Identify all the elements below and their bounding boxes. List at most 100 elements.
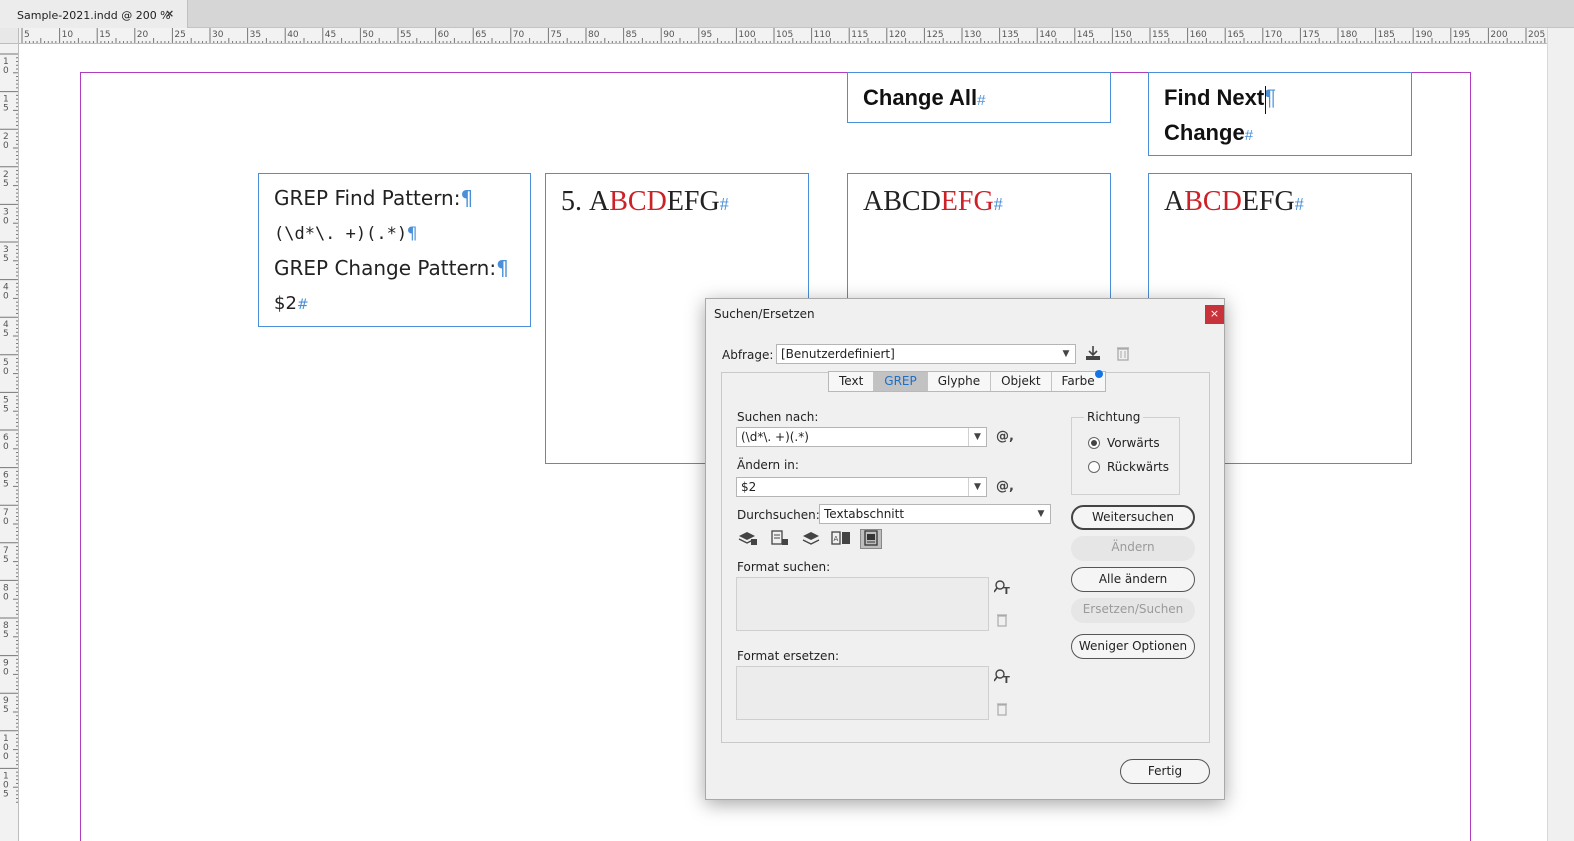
include-master-pages-icon[interactable]: A bbox=[830, 530, 852, 550]
text-frame-change-all[interactable]: Change All# bbox=[847, 72, 1111, 123]
chevron-down-icon[interactable]: ▼ bbox=[968, 478, 986, 496]
ruler-label: 15 bbox=[99, 30, 110, 40]
fewer-options-button[interactable]: Weniger Optionen bbox=[1071, 634, 1195, 659]
ruler-label: 30 bbox=[212, 30, 224, 40]
specify-find-format-icon[interactable]: T bbox=[993, 579, 1012, 599]
ruler-label: 25 bbox=[174, 30, 185, 40]
end-of-story-mark: # bbox=[977, 92, 986, 109]
ruler-label: 90 bbox=[663, 30, 675, 40]
dialog-title: Suchen/Ersetzen bbox=[714, 307, 815, 321]
pilcrow-mark: ¶ bbox=[496, 256, 509, 280]
change-button[interactable]: Ändern bbox=[1071, 536, 1195, 561]
find-format-box[interactable] bbox=[736, 577, 989, 631]
ruler-origin[interactable] bbox=[0, 28, 19, 44]
end-of-story-mark: # bbox=[993, 194, 1003, 214]
find-change-dialog: Suchen/Ersetzen × Abfrage: [Benutzerdefi… bbox=[705, 298, 1225, 800]
svg-text:T: T bbox=[1003, 675, 1010, 684]
change-all-button[interactable]: Alle ändern bbox=[1071, 567, 1195, 592]
vertical-ruler[interactable]: 1015202530354045505560657075808590951001… bbox=[0, 44, 19, 841]
ruler-label: 0 bbox=[3, 141, 9, 151]
specify-change-format-icon[interactable]: T bbox=[993, 668, 1012, 688]
direction-backward-label[interactable]: Rückwärts bbox=[1107, 460, 1169, 474]
change-to-label: Ändern in: bbox=[737, 458, 799, 472]
special-characters-change-icon[interactable]: @, bbox=[996, 479, 1014, 494]
change-all-text: Change All bbox=[863, 85, 978, 110]
done-button[interactable]: Fertig bbox=[1120, 759, 1210, 784]
special-characters-find-icon[interactable]: @, bbox=[996, 429, 1014, 444]
include-locked-layers-icon[interactable] bbox=[737, 530, 759, 550]
ruler-label: 110 bbox=[814, 30, 831, 40]
tab-glyph[interactable]: Glyphe bbox=[928, 372, 992, 391]
change-format-box[interactable] bbox=[736, 666, 989, 720]
text-frame-grep-patterns[interactable]: GREP Find Pattern:¶ (\d*\. +)(.*)¶ GREP … bbox=[258, 173, 531, 327]
query-value: [Benutzerdefiniert] bbox=[781, 347, 895, 361]
vertical-ruler-ticks: 1015202530354045505560657075808590951001… bbox=[0, 53, 18, 803]
search-scope-select[interactable]: Textabschnitt ▼ bbox=[819, 504, 1051, 524]
ruler-label: 120 bbox=[889, 30, 906, 40]
query-select[interactable]: [Benutzerdefiniert] ▼ bbox=[776, 344, 1076, 364]
tab-grep[interactable]: GREP bbox=[874, 372, 928, 391]
end-of-story-mark: # bbox=[1244, 127, 1254, 144]
find-pattern-label: GREP Find Pattern: bbox=[274, 186, 461, 210]
save-query-icon[interactable] bbox=[1084, 345, 1102, 365]
ruler-label: 5 bbox=[24, 30, 30, 40]
ruler-label: 50 bbox=[362, 30, 374, 40]
svg-text:T: T bbox=[1003, 586, 1010, 595]
tab-object[interactable]: Objekt bbox=[991, 372, 1052, 391]
include-footnotes-icon[interactable] bbox=[860, 529, 882, 549]
document-tab-bar: Sample-2021.indd @ 200 % × bbox=[0, 0, 1574, 28]
ruler-label: 5 bbox=[3, 254, 9, 264]
change-pattern-value: $2 bbox=[274, 293, 297, 314]
sample-rest-letters: EFG bbox=[1241, 186, 1295, 217]
change-to-input[interactable]: $2 ▼ bbox=[736, 477, 987, 497]
close-tab-icon[interactable]: × bbox=[165, 7, 174, 20]
ruler-label: 130 bbox=[964, 30, 981, 40]
horizontal-ruler-ticks: 5 10 15 20 25 30 35 40 45 50 55 60 65 70 75 80 85 90 95 100… bbox=[21, 28, 1546, 43]
clear-change-format-icon[interactable] bbox=[996, 702, 1008, 720]
document-tab[interactable]: Sample-2021.indd @ 200 % × bbox=[0, 0, 188, 28]
close-icon[interactable]: × bbox=[1205, 305, 1224, 324]
tab-text[interactable]: Text bbox=[829, 372, 875, 391]
sample-black-letters: ABCD bbox=[863, 186, 941, 217]
vertical-scrollbar[interactable] bbox=[1547, 28, 1574, 841]
horizontal-ruler[interactable]: 5 10 15 20 25 30 35 40 45 50 55 60 65 70 75 80 85 90 95 100… bbox=[19, 28, 1547, 44]
ruler-label: 125 bbox=[926, 30, 943, 40]
tab-indicator-dot bbox=[1095, 370, 1103, 378]
svg-text:A: A bbox=[834, 535, 839, 543]
change-find-button[interactable]: Ersetzen/Suchen bbox=[1071, 598, 1195, 623]
ruler-label: 200 bbox=[1490, 30, 1507, 40]
ruler-label: 0 bbox=[3, 216, 9, 226]
ruler-label: 65 bbox=[475, 30, 486, 40]
include-locked-stories-icon[interactable] bbox=[769, 530, 791, 550]
ruler-label: 0 bbox=[3, 442, 9, 452]
ruler-label: 115 bbox=[851, 30, 868, 40]
ruler-label: 40 bbox=[287, 30, 299, 40]
ruler-label: 5 bbox=[3, 104, 9, 114]
ruler-label: 185 bbox=[1378, 30, 1395, 40]
find-next-text: Find Next bbox=[1164, 85, 1265, 110]
include-hidden-layers-icon[interactable] bbox=[800, 530, 822, 550]
ruler-label: 85 bbox=[626, 30, 637, 40]
ruler-label: 55 bbox=[400, 30, 411, 40]
search-type-tabs: Text GREP Glyphe Objekt Farbe bbox=[828, 371, 1106, 392]
delete-query-icon[interactable] bbox=[1116, 345, 1130, 365]
ruler-label: 0 bbox=[3, 367, 9, 377]
ruler-label: 180 bbox=[1340, 30, 1357, 40]
clear-find-format-icon[interactable] bbox=[996, 613, 1008, 631]
document-tab-title: Sample-2021.indd @ 200 % bbox=[17, 9, 171, 22]
ruler-label: 0 bbox=[3, 668, 9, 678]
find-next-button[interactable]: Weitersuchen bbox=[1071, 505, 1195, 530]
direction-forward-label[interactable]: Vorwärts bbox=[1107, 436, 1160, 450]
change-format-label: Format ersetzen: bbox=[737, 649, 840, 663]
find-what-input[interactable]: (\d*\. +)(.*) ▼ bbox=[736, 427, 987, 447]
change-text: Change bbox=[1164, 120, 1245, 145]
direction-forward-radio[interactable] bbox=[1088, 437, 1100, 449]
sample-red-letters: EFG bbox=[940, 186, 994, 217]
text-frame-find-next[interactable]: Find Next¶ Change# bbox=[1148, 72, 1412, 156]
chevron-down-icon[interactable]: ▼ bbox=[968, 428, 986, 446]
ruler-label: 45 bbox=[325, 30, 336, 40]
ruler-label: 165 bbox=[1227, 30, 1244, 40]
direction-backward-radio[interactable] bbox=[1088, 461, 1100, 473]
ruler-label: 5 bbox=[3, 555, 9, 565]
ruler-label: 75 bbox=[550, 30, 561, 40]
